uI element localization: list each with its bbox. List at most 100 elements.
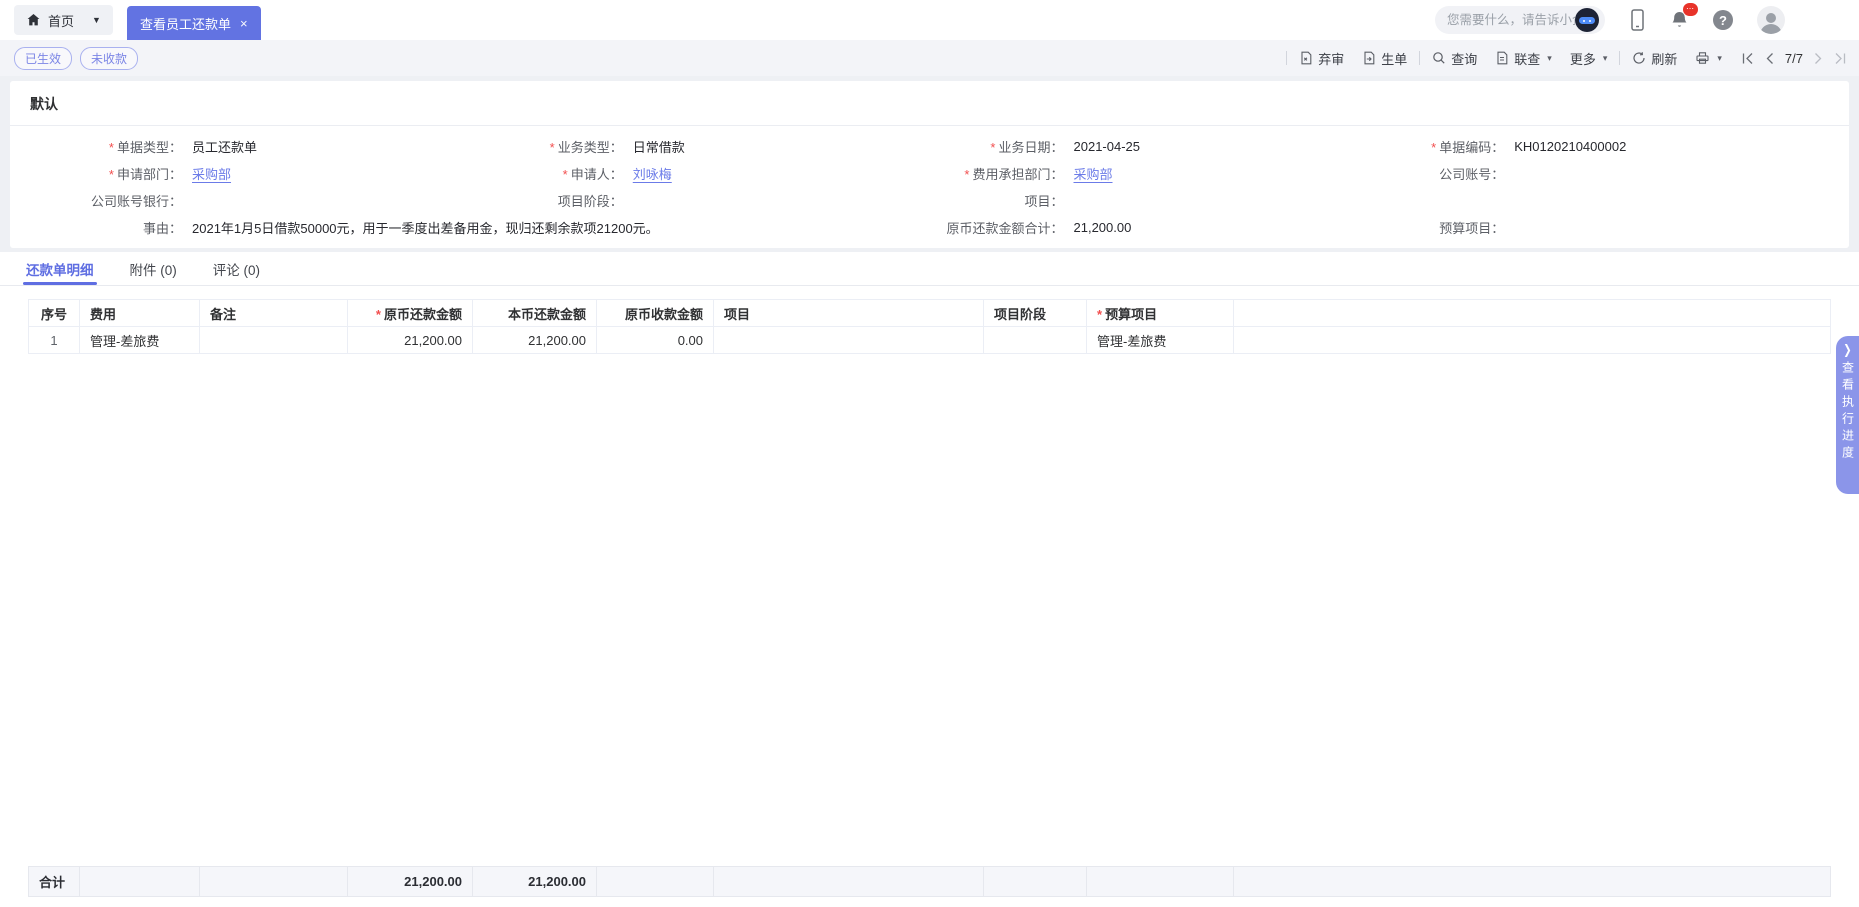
cell-budget-item: 管理-差旅费 — [1087, 327, 1234, 354]
tab-attachments[interactable]: 附件 (0) — [130, 252, 177, 285]
totals-local-amount: 21,200.00 — [473, 867, 597, 897]
table-header-row: 序号 费用 备注 *原币还款金额 本币还款金额 原币收款金额 项目 项目阶段 *… — [29, 300, 1831, 327]
col-local-amount: 本币还款金额 — [473, 300, 597, 327]
chevron-down-icon: ▾ — [1547, 53, 1552, 64]
refresh-button[interactable]: 刷新 — [1623, 49, 1686, 68]
side-tab-label: 查看执行进度 — [1842, 361, 1854, 463]
page-indicator: 7/7 — [1785, 51, 1803, 66]
cell-note — [200, 327, 348, 354]
required-mark: * — [1097, 307, 1102, 322]
toolbar-divider — [1419, 51, 1420, 65]
notification-badge: ⋯ — [1683, 3, 1698, 16]
field-reason: 事由： 2021年1月5日借款50000元，用于一季度出差备用金，现归还剩余款项… — [30, 214, 912, 241]
field-expense-dept: *费用承担部门： 采购部 — [912, 160, 1353, 187]
expense-dept-link[interactable]: 采购部 — [1074, 164, 1113, 183]
generate-doc-button[interactable]: 生单 — [1353, 49, 1416, 68]
col-expense: 费用 — [80, 300, 200, 327]
cell-project-stage — [984, 327, 1087, 354]
totals-label: 合计 — [29, 867, 80, 897]
col-budget-item: *预算项目 — [1087, 300, 1234, 327]
linked-query-button[interactable]: 联查 ▾ — [1486, 49, 1561, 68]
toolbar-divider — [1619, 51, 1620, 65]
applicant-link[interactable]: 刘咏梅 — [633, 164, 672, 183]
detail-table: 序号 费用 备注 *原币还款金额 本币还款金额 原币收款金额 项目 项目阶段 *… — [28, 299, 1831, 354]
document-x-icon — [1299, 51, 1313, 65]
last-page-button[interactable] — [1834, 52, 1847, 65]
field-doc-code: *单据编码： KH0120210400002 — [1352, 133, 1829, 160]
toolbar-divider — [1286, 51, 1287, 65]
search-icon — [1432, 51, 1446, 65]
notification-bell-icon[interactable]: ⋯ — [1670, 10, 1689, 31]
apply-dept-link[interactable]: 采购部 — [192, 164, 231, 183]
field-doc-type: *单据类型： 员工还款单 — [30, 133, 471, 160]
tab-comments[interactable]: 评论 (0) — [213, 252, 260, 285]
required-mark: * — [109, 167, 114, 182]
home-icon — [26, 13, 41, 27]
field-orig-total: 原币还款金额合计： 21,200.00 — [912, 214, 1353, 241]
col-extra — [1234, 300, 1831, 327]
tab-repayment-detail[interactable]: 还款单明细 — [26, 252, 94, 285]
detail-section: 还款单明细 附件 (0) 评论 (0) 序号 费用 备注 *原币还款金额 本币还… — [0, 252, 1859, 907]
cell-extra — [1234, 327, 1831, 354]
view-execution-progress-tab[interactable]: ❯ 查看执行进度 — [1836, 336, 1859, 494]
form-grid: *单据类型： 员工还款单 *业务类型： 日常借款 *业务日期： 2021-04-… — [30, 126, 1829, 241]
field-biz-date: *业务日期： 2021-04-25 — [912, 133, 1353, 160]
assistant-search[interactable] — [1435, 6, 1605, 34]
home-tab[interactable]: 首页 ▼ — [14, 5, 113, 35]
print-button[interactable]: ▾ — [1686, 51, 1731, 65]
section-title: 默认 — [30, 91, 1829, 125]
field-applicant: *申请人： 刘咏梅 — [471, 160, 912, 187]
col-orig-amount: *原币还款金额 — [348, 300, 473, 327]
col-orig-received: 原币收款金额 — [597, 300, 714, 327]
field-company-bank: 公司账号银行： — [30, 187, 471, 214]
col-project-stage: 项目阶段 — [984, 300, 1087, 327]
search-input[interactable] — [1447, 13, 1575, 27]
required-mark: * — [550, 140, 555, 155]
first-page-button[interactable] — [1741, 52, 1754, 65]
required-mark: * — [109, 140, 114, 155]
required-mark: * — [376, 307, 381, 322]
totals-orig-received — [597, 867, 714, 897]
field-apply-dept: *申请部门： 采购部 — [30, 160, 471, 187]
table-row[interactable]: 1 管理-差旅费 21,200.00 21,200.00 0.00 管理-差旅费 — [29, 327, 1831, 354]
status-badge-unreceived: 未收款 — [80, 47, 138, 70]
next-page-button[interactable] — [1814, 52, 1823, 65]
cell-seq: 1 — [29, 327, 80, 354]
status-badge-effective: 已生效 — [14, 47, 72, 70]
query-button[interactable]: 查询 — [1423, 49, 1486, 68]
field-biz-type: *业务类型： 日常借款 — [471, 133, 912, 160]
field-budget-item: 预算项目： — [1352, 214, 1829, 241]
cell-orig-received: 0.00 — [597, 327, 714, 354]
tab-view-employee-repayment[interactable]: 查看员工还款单 × — [127, 6, 261, 40]
required-mark: * — [990, 140, 995, 155]
field-empty — [1352, 187, 1829, 214]
form-card: 默认 *单据类型： 员工还款单 *业务类型： 日常借款 *业务日期： 2021-… — [10, 81, 1849, 248]
document-arrow-icon — [1362, 51, 1376, 65]
top-bar: 首页 ▼ 查看员工还款单 × ⋯ ? — [0, 0, 1859, 40]
chevron-right-icon: ❯ — [1843, 343, 1851, 357]
assistant-robot-icon[interactable] — [1575, 8, 1599, 32]
prev-page-button[interactable] — [1765, 52, 1774, 65]
action-bar: 已生效 未收款 弃审 生单 查询 联查 ▾ — [0, 40, 1859, 76]
document-lines-icon — [1495, 51, 1509, 65]
more-button[interactable]: 更多 ▾ — [1561, 49, 1617, 68]
cell-orig-amount: 21,200.00 — [348, 327, 473, 354]
user-avatar[interactable] — [1757, 6, 1785, 34]
field-value-biz-date: 2021-04-25 — [1074, 139, 1141, 154]
detail-table-zone: 序号 费用 备注 *原币还款金额 本币还款金额 原币收款金额 项目 项目阶段 *… — [0, 286, 1859, 907]
chevron-down-icon: ▾ — [1717, 53, 1722, 64]
close-icon[interactable]: × — [240, 16, 248, 31]
refresh-icon — [1632, 51, 1646, 65]
abandon-audit-button[interactable]: 弃审 — [1290, 49, 1353, 68]
chevron-down-icon[interactable]: ▼ — [92, 15, 101, 25]
totals-row: 合计 21,200.00 21,200.00 — [29, 867, 1831, 897]
help-icon[interactable]: ? — [1713, 10, 1733, 30]
chevron-down-icon: ▾ — [1603, 53, 1608, 64]
toolbar: 弃审 生单 查询 联查 ▾ 更多 ▾ — [1283, 49, 1851, 68]
mobile-phone-icon[interactable] — [1629, 8, 1646, 32]
field-value-orig-total: 21,200.00 — [1074, 220, 1132, 235]
field-value-doc-type: 员工还款单 — [192, 137, 257, 156]
cell-expense: 管理-差旅费 — [80, 327, 200, 354]
cell-local-amount: 21,200.00 — [473, 327, 597, 354]
totals-table: 合计 21,200.00 21,200.00 — [28, 866, 1831, 897]
